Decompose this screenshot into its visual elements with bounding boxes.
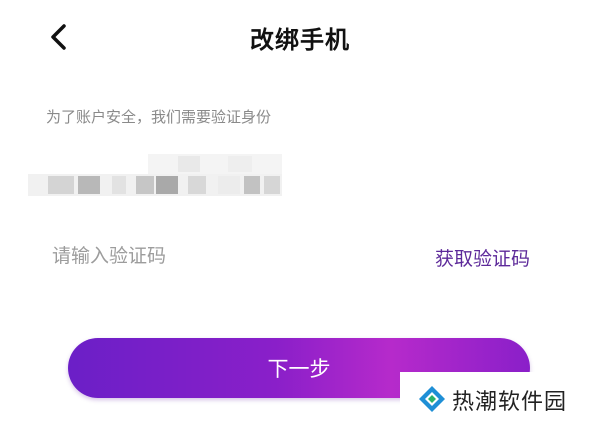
- verification-code-input[interactable]: [52, 238, 352, 274]
- get-code-button[interactable]: 获取验证码: [435, 244, 530, 271]
- page-title: 改绑手机: [250, 26, 350, 54]
- top-bar: 改绑手机: [0, 0, 600, 76]
- verification-hint: 为了账户安全，我们需要验证身份: [46, 108, 272, 126]
- diamond-logo-icon: [419, 386, 445, 412]
- verification-code-row: 获取验证码: [52, 238, 530, 274]
- watermark-text: 热潮软件园: [452, 390, 568, 415]
- watermark: 热潮软件园: [400, 372, 600, 424]
- masked-phone-number: [28, 152, 282, 198]
